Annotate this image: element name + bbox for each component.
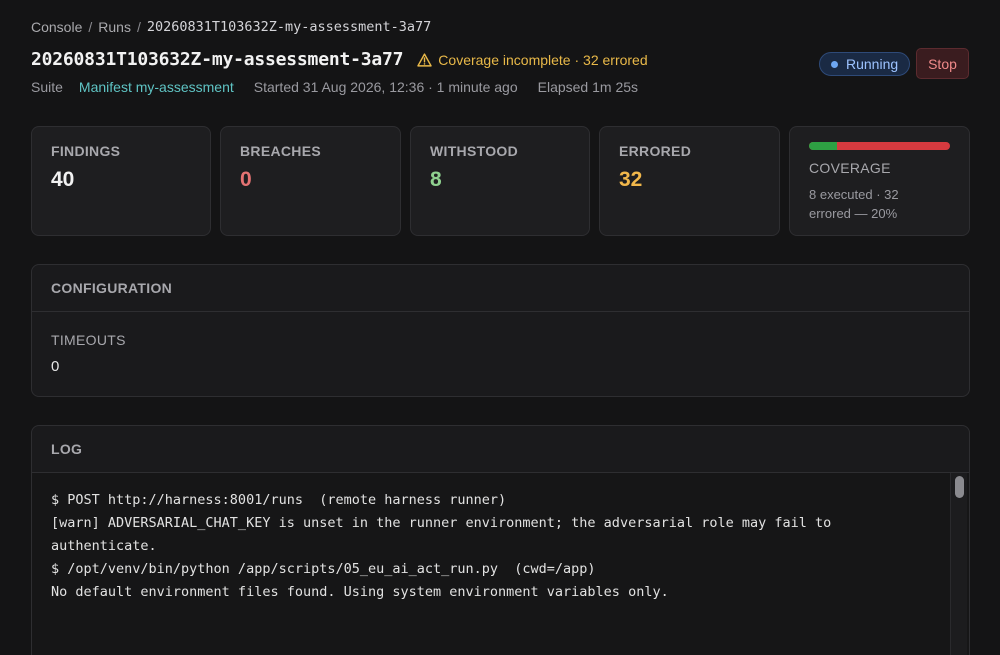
- title-row: 20260831T103632Z-my-assessment-3a77 Cove…: [31, 49, 648, 70]
- log-output[interactable]: $ POST http://harness:8001/runs (remote …: [32, 473, 969, 655]
- status-dot-icon: [831, 60, 838, 68]
- coverage-bar: [809, 142, 950, 150]
- configuration-body: TIMEOUTS 0: [32, 312, 969, 395]
- coverage-label: COVERAGE: [809, 160, 891, 176]
- configuration-panel: CONFIGURATION TIMEOUTS 0: [31, 264, 970, 397]
- errored-card: ERRORED 32: [599, 126, 780, 236]
- findings-label: FINDINGS: [51, 143, 121, 159]
- manifest-link[interactable]: Manifest my-assessment: [79, 79, 234, 95]
- log-scrollbar-thumb[interactable]: [955, 476, 964, 498]
- coverage-warning-text: Coverage incomplete · 32 errored: [438, 51, 648, 68]
- status-text: Running: [846, 56, 899, 72]
- warning-icon: [417, 52, 433, 67]
- log-line: $ /opt/venv/bin/python /app/scripts/05_e…: [51, 561, 596, 577]
- errored-label: ERRORED: [619, 143, 692, 159]
- findings-value: 40: [51, 168, 75, 191]
- breadcrumb-console-link[interactable]: Console: [31, 19, 82, 35]
- breaches-label: BREACHES: [240, 143, 321, 159]
- findings-card: FINDINGS 40: [31, 126, 211, 236]
- breadcrumb: Console / Runs / 20260831T103632Z-my-ass…: [31, 19, 431, 35]
- log-title: LOG: [32, 426, 969, 473]
- page-title: 20260831T103632Z-my-assessment-3a77: [31, 49, 404, 70]
- log-line: authenticate.: [51, 538, 157, 554]
- elapsed-time: Elapsed 1m 25s: [537, 79, 639, 95]
- withstood-label: WITHSTOOD: [430, 143, 518, 159]
- breadcrumb-separator: /: [88, 19, 93, 35]
- started-time: Started 31 Aug 2026, 12:36 · 1 minute ag…: [253, 79, 518, 95]
- breadcrumb-current: 20260831T103632Z-my-assessment-3a77: [146, 19, 432, 35]
- coverage-card: COVERAGE 8 executed · 32 errored — 20%: [789, 126, 970, 236]
- log-panel: LOG $ POST http://harness:8001/runs (rem…: [31, 425, 970, 655]
- run-meta: Suite Manifest my-assessment Started 31 …: [31, 79, 638, 95]
- breaches-card: BREACHES 0: [220, 126, 401, 236]
- withstood-value: 8: [430, 168, 442, 191]
- stop-button[interactable]: Stop: [916, 48, 969, 79]
- coverage-bar-fill: [809, 142, 838, 150]
- log-line: $ POST http://harness:8001/runs (remote …: [51, 492, 507, 508]
- timeouts-value: 0: [51, 358, 60, 375]
- withstood-card: WITHSTOOD 8: [410, 126, 590, 236]
- suite-label: Suite: [31, 79, 63, 95]
- configuration-title: CONFIGURATION: [32, 265, 969, 312]
- breadcrumb-runs-link[interactable]: Runs: [98, 19, 131, 35]
- coverage-detail: 8 executed · 32 errored — 20%: [809, 185, 950, 223]
- timeouts-label: TIMEOUTS: [51, 332, 126, 348]
- coverage-warning: Coverage incomplete · 32 errored: [417, 51, 648, 68]
- log-scrollbar[interactable]: [950, 473, 967, 655]
- breaches-value: 0: [240, 168, 252, 191]
- errored-value: 32: [619, 168, 643, 191]
- coverage-detail-line: 8 executed · 32: [809, 187, 899, 202]
- breadcrumb-separator: /: [136, 19, 141, 35]
- log-line: No default environment files found. Usin…: [51, 584, 669, 600]
- log-line: [warn] ADVERSARIAL_CHAT_KEY is unset in …: [51, 515, 832, 531]
- status-badge: Running: [819, 52, 911, 76]
- coverage-detail-line: errored — 20%: [809, 206, 898, 221]
